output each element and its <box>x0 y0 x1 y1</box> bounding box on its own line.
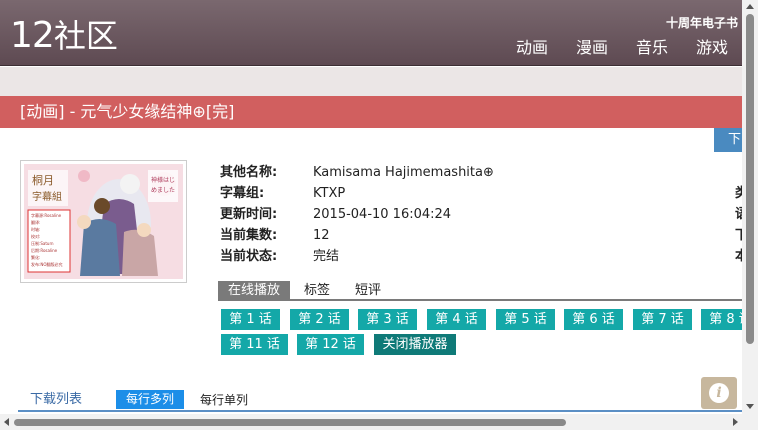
nav-anime[interactable]: 动画 <box>516 37 576 59</box>
info-key: 其他名称: <box>220 165 278 180</box>
info-value: Kamisama Hajimemashita⊕ <box>313 165 494 180</box>
episode-button[interactable]: 第 2 话 <box>290 309 349 330</box>
svg-text:时轴:: 时轴: <box>31 226 40 232</box>
horizontal-scroll-thumb[interactable] <box>14 419 566 426</box>
poster-title-left: 桐月 <box>32 173 54 187</box>
scroll-down-icon[interactable] <box>746 404 754 409</box>
episode-button[interactable]: 第 4 话 <box>427 309 486 330</box>
tab-tags[interactable]: 标签 <box>304 281 330 301</box>
close-player-button[interactable]: 关闭播放器 <box>374 334 456 355</box>
poster-title-right: 神様はじ <box>151 176 175 184</box>
tab-online-play[interactable]: 在线播放 <box>218 281 291 301</box>
svg-text:翻译:: 翻译: <box>31 219 40 225</box>
site-header: 12社区 十周年电子书 动画 漫画 音乐 游戏 <box>0 0 758 66</box>
info-value: 12 <box>313 228 330 243</box>
svg-text:字幕組: 字幕組 <box>32 190 62 203</box>
anime-poster: 桐月 字幕組 字幕源:Rosaline 翻译: 时轴: 校对: 压制:Satur… <box>20 160 187 283</box>
svg-text:めました: めました <box>151 187 175 194</box>
info-value[interactable]: KTXP <box>313 183 345 204</box>
info-value: 2015-04-10 16:04:24 <box>313 207 452 222</box>
download-list-header: 下载列表 每行多列 每行单列 <box>18 390 742 412</box>
anime-poster-image: 桐月 字幕組 字幕源:Rosaline 翻译: 时轴: 校对: 压制:Satur… <box>24 164 183 279</box>
episode-button[interactable]: 第 11 话 <box>221 334 288 355</box>
info-button[interactable]: i <box>701 377 737 409</box>
episode-button[interactable]: 第 1 话 <box>221 309 280 330</box>
info-key: 当前集数: <box>220 228 278 243</box>
svg-text:校对:: 校对: <box>31 233 40 239</box>
download-list-title[interactable]: 下载列表 <box>30 390 82 410</box>
multi-column-button[interactable]: 每行多列 <box>116 390 184 409</box>
page: 12社区 十周年电子书 动画 漫画 音乐 游戏 [动画] - 元气少女缘结神⊕[… <box>0 0 758 430</box>
logo-text: 社区 <box>53 17 118 55</box>
tab-comments[interactable]: 短评 <box>355 281 381 301</box>
episode-button[interactable]: 第 6 话 <box>564 309 623 330</box>
logo-number: 12 <box>10 15 55 56</box>
single-column-button[interactable]: 每行单列 <box>200 390 248 410</box>
nav-music[interactable]: 音乐 <box>636 37 696 59</box>
player-tabs: 在线播放 标签 短评 <box>218 281 743 301</box>
info-key: 当前状态: <box>220 249 278 264</box>
ebook-link[interactable]: 十周年电子书 <box>666 14 738 31</box>
episode-button[interactable]: 第 3 话 <box>358 309 417 330</box>
main-nav: 动画 漫画 音乐 游戏 <box>516 37 756 59</box>
episode-button[interactable]: 第 7 话 <box>633 309 692 330</box>
info-icon: i <box>709 383 729 403</box>
svg-text:后期:Rosaline: 后期:Rosaline <box>31 247 58 253</box>
vertical-scroll-thumb[interactable] <box>746 14 754 344</box>
scroll-up-icon[interactable] <box>746 4 754 9</box>
info-value: 完结 <box>313 249 340 264</box>
gray-strip <box>0 67 758 96</box>
scroll-left-icon[interactable] <box>4 418 9 426</box>
site-logo[interactable]: 12社区 <box>10 14 118 58</box>
svg-text:字幕源:Rosaline: 字幕源:Rosaline <box>31 212 62 218</box>
info-key: 更新时间: <box>220 207 278 222</box>
info-key: 字幕组: <box>220 186 265 201</box>
svg-text:压制:Saturn: 压制:Saturn <box>31 240 54 246</box>
episode-button[interactable]: 第 5 话 <box>496 309 555 330</box>
nav-manga[interactable]: 漫画 <box>576 37 636 59</box>
svg-text:繁化:: 繁化: <box>31 254 40 260</box>
scroll-right-icon[interactable] <box>733 418 738 426</box>
episode-button[interactable]: 第 12 话 <box>297 334 364 355</box>
svg-text:发布:NO翻版必究: 发布:NO翻版必究 <box>31 261 63 267</box>
page-title: [动画] - 元气少女缘结神⊕[完] <box>0 96 758 128</box>
